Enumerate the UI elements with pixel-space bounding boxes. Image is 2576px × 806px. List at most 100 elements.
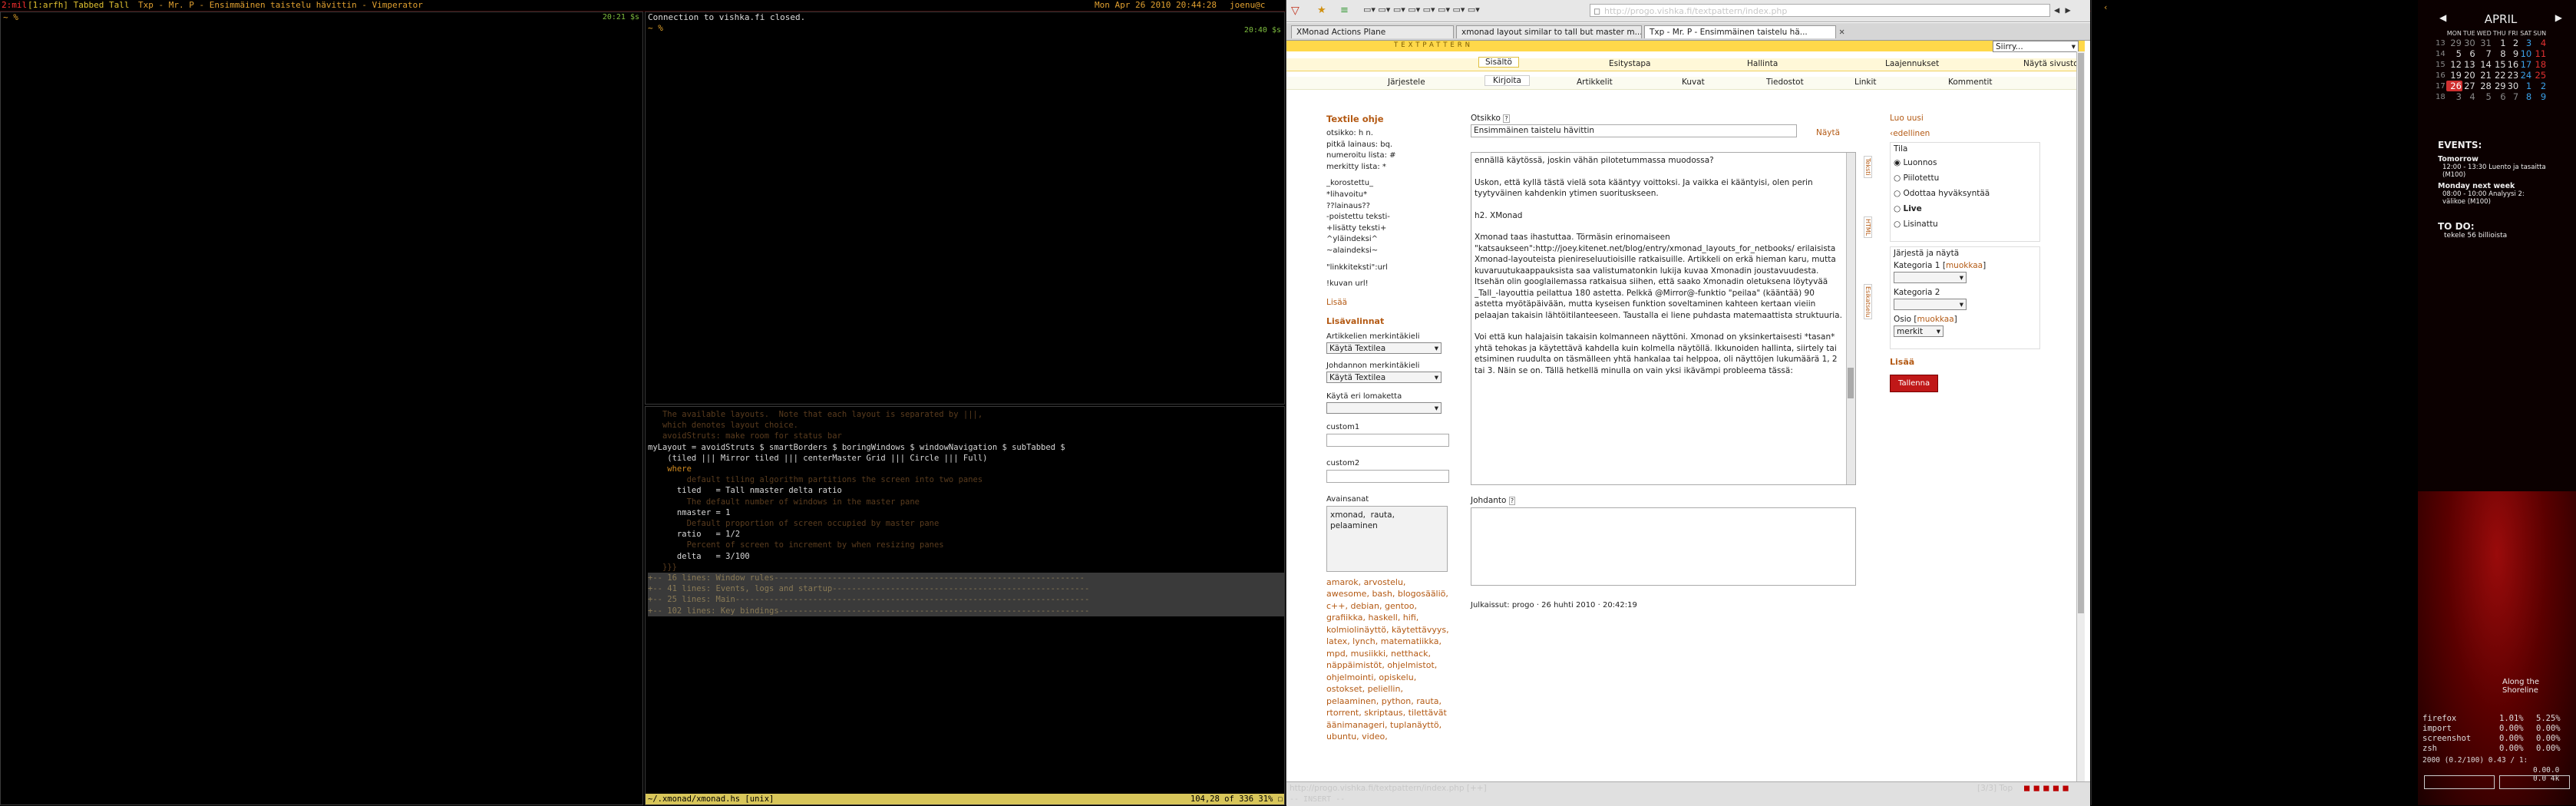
sub-tab[interactable]: Kommentit	[1948, 78, 1993, 87]
bookmark-folder-icons[interactable]: ▭▾ ▭▾ ▭▾ ▭▾ ▭▾ ▭▾ ▭▾ ▭▾	[1363, 5, 1480, 15]
prev-link[interactable]: ‹edellinen	[1890, 129, 2043, 138]
calendar-day[interactable]: 10	[2519, 48, 2532, 59]
radio-icon[interactable]: ○	[1894, 204, 1904, 213]
sub-tab[interactable]: Järjestele	[1388, 78, 1425, 87]
page-scrollbar[interactable]	[2076, 51, 2085, 781]
browser-tab[interactable]: xmonad layout similar to tall but master…	[1456, 25, 1642, 38]
more-section[interactable]: Lisää	[1890, 357, 2043, 367]
view-tab-text[interactable]: Teksti	[1864, 156, 1872, 178]
body-scrollbar[interactable]	[1846, 153, 1855, 484]
terminal-top-right[interactable]: Connection to vishka.fi closed. ~ % 20:4…	[645, 12, 1285, 405]
calendar-day[interactable]: 13	[2462, 59, 2476, 70]
status-radio[interactable]: ○ Live	[1894, 201, 2039, 216]
next-month-icon[interactable]: ▶	[2555, 12, 2562, 23]
custom2-input[interactable]	[1326, 469, 1449, 483]
calendar-day[interactable]: 23	[2507, 70, 2520, 81]
radio-icon[interactable]: ◉	[1894, 158, 1904, 167]
override-form-select[interactable]: ▾	[1326, 401, 1442, 414]
calendar-day[interactable]: 19	[2446, 70, 2462, 81]
article-markup-select[interactable]: Käytä Textilea ▾	[1326, 342, 1442, 354]
sub-tab[interactable]: Kirjoita	[1485, 75, 1530, 86]
body-textarea[interactable]: ennällä käytössä, joskin vähän pilotetum…	[1471, 152, 1856, 485]
calendar-day[interactable]: 7	[2476, 48, 2492, 59]
calendar-day[interactable]: 2	[2507, 38, 2520, 48]
calendar-day[interactable]: 8	[2492, 48, 2507, 59]
sub-tab[interactable]: Kuvat	[1682, 78, 1705, 87]
edit-link[interactable]: muokkaa	[1917, 315, 1954, 324]
calendar-day[interactable]: 17	[2519, 59, 2532, 70]
save-button[interactable]: Tallenna	[1890, 375, 1939, 392]
extra-options-title[interactable]: Lisävalinnat	[1326, 316, 1453, 326]
browser-tab[interactable]: XMonad Actions Plane	[1291, 25, 1454, 38]
status-radio[interactable]: ○ Piilotettu	[1894, 170, 2039, 186]
calendar-day[interactable]: 4	[2532, 38, 2547, 48]
view-tab-html[interactable]: HTML	[1864, 216, 1872, 238]
calendar-day[interactable]: 1	[2492, 38, 2507, 48]
calendar-day[interactable]: 12	[2446, 59, 2462, 70]
calendar-day[interactable]: 1	[2519, 81, 2532, 91]
calendar-day[interactable]: 14	[2476, 59, 2492, 70]
url-bar[interactable]: ◻ http://progo.vishka.fi/textpattern/ind…	[1590, 4, 2050, 17]
title-input[interactable]: Ensimmäinen taistelu hävittin	[1471, 124, 1797, 137]
calendar-day[interactable]: 9	[2507, 48, 2520, 59]
calendar-day[interactable]: 25	[2532, 70, 2547, 81]
status-radio[interactable]: ◉ Luonnos	[1894, 155, 2039, 170]
radio-icon[interactable]: ○	[1894, 173, 1904, 183]
radio-icon[interactable]: ○	[1894, 189, 1904, 198]
tag-cloud[interactable]: amarok, arvostelu, awesome, bash, blogos…	[1326, 576, 1449, 743]
excerpt-textarea[interactable]	[1471, 507, 1856, 586]
main-tab[interactable]: Sisältö	[1478, 57, 1519, 68]
calendar-day[interactable]: 3	[2519, 38, 2532, 48]
calendar-day[interactable]: 15	[2492, 59, 2507, 70]
main-tab[interactable]: Esitystapa	[1609, 59, 1650, 68]
scrollbar-thumb[interactable]	[1848, 368, 1854, 398]
new-article-link[interactable]: Luo uusi	[1890, 114, 2043, 123]
edit-link[interactable]: muokkaa	[1946, 261, 1983, 270]
calendar-day[interactable]: 31	[2476, 38, 2492, 48]
sub-tab[interactable]: Linkit	[1854, 78, 1877, 87]
calendar-day[interactable]: 30	[2462, 38, 2476, 48]
nav-arrows[interactable]: ◀ ▶	[2054, 5, 2071, 15]
radio-icon[interactable]: ○	[1894, 220, 1904, 229]
excerpt-markup-select[interactable]: Käytä Textilea ▾	[1326, 371, 1442, 383]
main-tab[interactable]: Laajennukset	[1885, 59, 1939, 68]
main-tab[interactable]: Hallinta	[1747, 59, 1778, 68]
addon-icons[interactable]: ◼ ◼ ◼ ◼ ◼	[2023, 783, 2069, 793]
prev-month-icon[interactable]: ◀	[2439, 12, 2446, 23]
calendar-day[interactable]: 6	[2462, 48, 2476, 59]
calendar-day[interactable]: 27	[2462, 81, 2476, 91]
calendar-day[interactable]: 4	[2462, 91, 2476, 102]
calendar-day[interactable]: 28	[2476, 81, 2492, 91]
sub-tab[interactable]: Tiedostot	[1766, 78, 1804, 87]
status-radio[interactable]: ○ Odottaa hyväksyntää	[1894, 186, 2039, 201]
main-tab[interactable]: Näytä sivusto	[2023, 59, 2079, 68]
calendar-day[interactable]: 20	[2462, 70, 2476, 81]
custom1-input[interactable]	[1326, 433, 1449, 447]
calendar-day[interactable]: 29	[2492, 81, 2507, 91]
left-arrow-icon[interactable]: ‹	[2103, 2, 2109, 12]
vim-editor[interactable]: The available layouts. Note that each la…	[645, 406, 1285, 805]
workspace-indicator[interactable]: 2:mil	[2, 0, 27, 11]
calendar-day[interactable]: 2	[2532, 81, 2547, 91]
status-radio[interactable]: ○ Lisinattu	[1894, 216, 2039, 232]
calendar-day[interactable]: 9	[2532, 91, 2547, 102]
editor-buffer[interactable]: The available layouts. Note that each la…	[646, 407, 1284, 616]
close-tab-icon[interactable]: ✕	[1839, 26, 1844, 37]
calendar-day[interactable]: 18	[2532, 59, 2547, 70]
browser-tab-active[interactable]: Txp - Mr. P - Ensimmäinen taistelu hä...	[1644, 25, 1836, 38]
calendar-day[interactable]: 11	[2532, 48, 2547, 59]
toolbar-icon-1[interactable]: ★	[1317, 5, 1326, 16]
terminal-left[interactable]: ~ % 20:21 $s	[0, 12, 643, 805]
calendar-day[interactable]: 30	[2507, 81, 2520, 91]
siirry-select[interactable]: Siirry... ▾	[1993, 41, 2079, 52]
category1-select[interactable]: ▾	[1894, 272, 1967, 283]
page-scrollbar-thumb[interactable]	[2078, 53, 2084, 613]
calendar-day[interactable]: 29	[2446, 38, 2462, 48]
firefox-icon[interactable]: ▽	[1291, 5, 1300, 17]
view-link[interactable]: Näytä	[1816, 128, 1840, 137]
view-tab-preview[interactable]: Esikatselu	[1864, 283, 1872, 320]
calendar-day[interactable]: 7	[2507, 91, 2520, 102]
more-link[interactable]: Lisää	[1326, 298, 1453, 307]
calendar-day[interactable]: 21	[2476, 70, 2492, 81]
calendar-day[interactable]: 26	[2446, 81, 2462, 91]
